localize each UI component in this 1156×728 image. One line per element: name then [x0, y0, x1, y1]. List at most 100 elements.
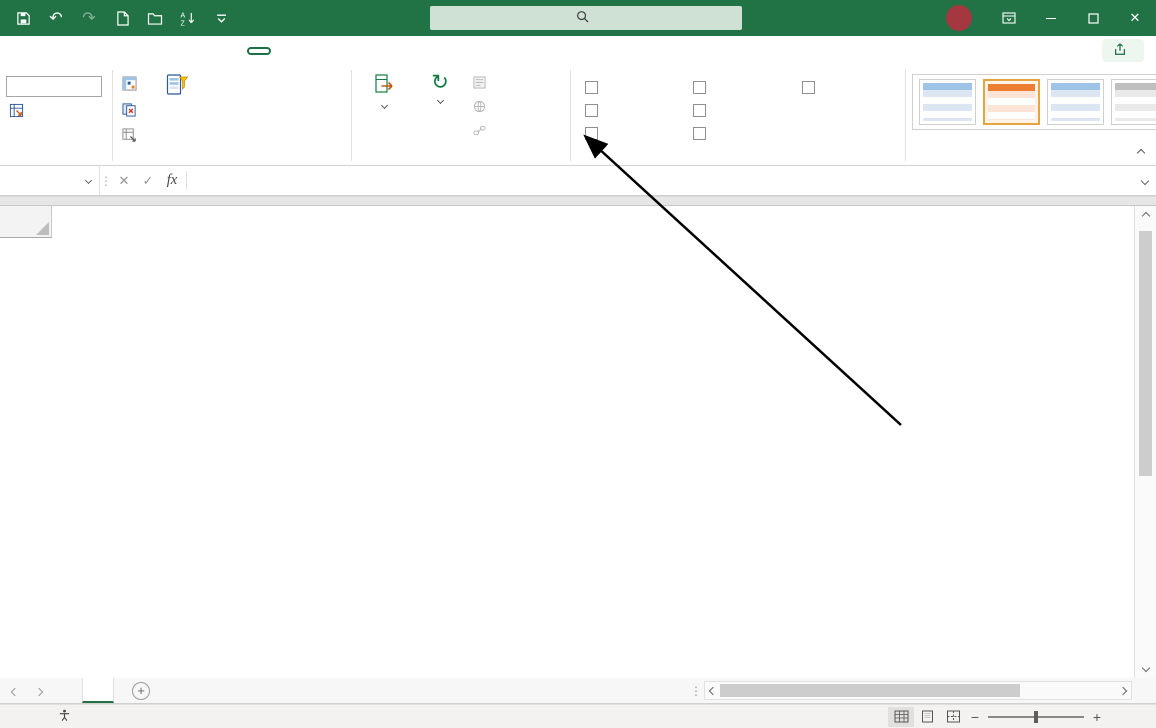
- select-all-triangle-icon: [36, 222, 49, 235]
- export-dropdown-chevron: [380, 102, 387, 109]
- group-table-style-options: [571, 66, 905, 165]
- open-in-browser-button: [470, 98, 494, 118]
- scroll-down-icon[interactable]: [1135, 658, 1156, 678]
- checkbox-total-row[interactable]: [585, 104, 680, 117]
- vertical-scrollbar-thumb[interactable]: [1139, 231, 1152, 476]
- group-label-properties: [6, 148, 106, 165]
- checkbox-last-column[interactable]: [693, 104, 788, 117]
- redo-icon[interactable]: ↷: [80, 9, 98, 27]
- group-properties: [0, 66, 112, 165]
- sheet-tab-sheet1[interactable]: [82, 678, 114, 703]
- enter-icon[interactable]: ✓: [136, 166, 160, 195]
- spreadsheet: [0, 206, 1156, 678]
- ribbon-grid-gap: [0, 196, 1156, 206]
- normal-view-icon[interactable]: [888, 707, 914, 727]
- checkbox-banded-columns[interactable]: [693, 127, 788, 140]
- convert-to-range-button[interactable]: [119, 126, 145, 148]
- resize-table-button[interactable]: [6, 101, 32, 123]
- titlebar-right: ✕: [936, 0, 1156, 36]
- zoom-out-icon[interactable]: −: [966, 709, 984, 725]
- formula-bar-splitter[interactable]: ⋮: [100, 166, 112, 195]
- summarize-with-pivottable-button[interactable]: [119, 74, 145, 96]
- formula-bar-expand-icon[interactable]: [1134, 166, 1156, 195]
- pivottable-icon: [122, 76, 137, 94]
- name-box[interactable]: [0, 166, 100, 195]
- open-folder-icon[interactable]: [146, 9, 164, 27]
- insert-function-icon[interactable]: fx: [160, 166, 184, 195]
- table-styles-gallery: [912, 74, 1156, 130]
- tab-data[interactable]: [140, 47, 166, 55]
- last-column-checkbox-icon: [693, 104, 706, 117]
- tab-file[interactable]: [10, 47, 36, 55]
- tab-scrollbar-splitter[interactable]: ⋮: [690, 684, 702, 698]
- scroll-up-icon[interactable]: [1135, 206, 1156, 226]
- insert-slicer-icon: [166, 73, 188, 100]
- tab-formulas[interactable]: [114, 47, 140, 55]
- checkbox-banded-rows[interactable]: [585, 127, 680, 140]
- refresh-button[interactable]: ↻: [414, 70, 466, 103]
- maximize-button[interactable]: [1072, 0, 1114, 36]
- collapse-ribbon-icon[interactable]: [1138, 145, 1144, 159]
- table-style-thumbnail-1[interactable]: [919, 79, 976, 125]
- cancel-icon[interactable]: ✕: [112, 166, 136, 195]
- add-sheet-icon[interactable]: +: [132, 682, 150, 700]
- undo-icon[interactable]: ↶: [47, 9, 65, 27]
- accessibility-icon: [58, 709, 71, 725]
- horizontal-scrollbar-thumb[interactable]: [720, 684, 1020, 697]
- table-style-thumbnail-3[interactable]: [1047, 79, 1104, 125]
- remove-duplicates-button[interactable]: [119, 100, 145, 122]
- checkbox-header-row[interactable]: [585, 81, 680, 94]
- browser-globe-icon: [473, 100, 486, 116]
- tab-view[interactable]: [192, 47, 218, 55]
- checkbox-filter-button[interactable]: [802, 81, 897, 94]
- sheet-nav-right-icon[interactable]: [36, 684, 42, 698]
- grid-body: [0, 238, 1134, 678]
- formula-input[interactable]: [189, 166, 1134, 195]
- search-box[interactable]: [430, 6, 742, 30]
- page-layout-view-icon[interactable]: [914, 707, 940, 727]
- checkbox-first-column[interactable]: [693, 81, 788, 94]
- save-icon[interactable]: [14, 9, 32, 27]
- zoom-slider[interactable]: [988, 707, 1084, 727]
- qat-customize-icon[interactable]: [212, 9, 230, 27]
- ribbon-display-options-icon[interactable]: [988, 0, 1030, 36]
- ribbon-tab-bar: [0, 36, 1156, 66]
- export-button[interactable]: [358, 70, 410, 108]
- zoom-in-icon[interactable]: +: [1088, 709, 1106, 725]
- accessibility-status[interactable]: [58, 709, 77, 725]
- table-style-thumbnail-2-selected[interactable]: [983, 79, 1040, 125]
- table-style-thumbnail-4[interactable]: [1111, 79, 1156, 125]
- new-file-icon[interactable]: [113, 9, 131, 27]
- group-external-table-data: ↻: [352, 66, 570, 165]
- tab-page-layout[interactable]: [88, 47, 114, 55]
- table-style-options: [577, 70, 899, 148]
- tab-table-design[interactable]: [247, 47, 271, 55]
- page-break-view-icon[interactable]: [940, 707, 966, 727]
- group-tools: [113, 66, 351, 165]
- zoom-slider-thumb[interactable]: [1034, 711, 1038, 723]
- tab-review[interactable]: [166, 47, 192, 55]
- search-icon: [576, 10, 589, 26]
- tab-home[interactable]: [36, 47, 62, 55]
- title-bar: ↶ ↷ AZ: [0, 0, 1156, 36]
- group-label-external-table-data: [358, 148, 564, 165]
- vertical-scrollbar[interactable]: [1134, 206, 1156, 678]
- horizontal-scrollbar[interactable]: [704, 681, 1132, 700]
- sheet-nav-left-icon[interactable]: [12, 684, 18, 698]
- sort-az-icon[interactable]: AZ: [179, 9, 197, 27]
- insert-slicer-button[interactable]: [151, 70, 203, 102]
- close-button[interactable]: ✕: [1114, 0, 1156, 36]
- excel-window: ↶ ↷ AZ: [0, 0, 1156, 728]
- table-name-input[interactable]: [6, 76, 102, 97]
- scroll-left-icon[interactable]: [709, 686, 717, 694]
- share-icon: [1113, 42, 1127, 59]
- group-table-styles: [906, 66, 1156, 165]
- user-avatar[interactable]: [946, 5, 972, 31]
- name-box-chevron-icon[interactable]: [85, 177, 92, 184]
- select-all-corner[interactable]: [0, 206, 52, 238]
- tab-insert[interactable]: [62, 47, 88, 55]
- tab-help[interactable]: [218, 47, 244, 55]
- scroll-right-icon[interactable]: [1119, 686, 1127, 694]
- share-button[interactable]: [1102, 39, 1144, 62]
- minimize-button[interactable]: [1030, 0, 1072, 36]
